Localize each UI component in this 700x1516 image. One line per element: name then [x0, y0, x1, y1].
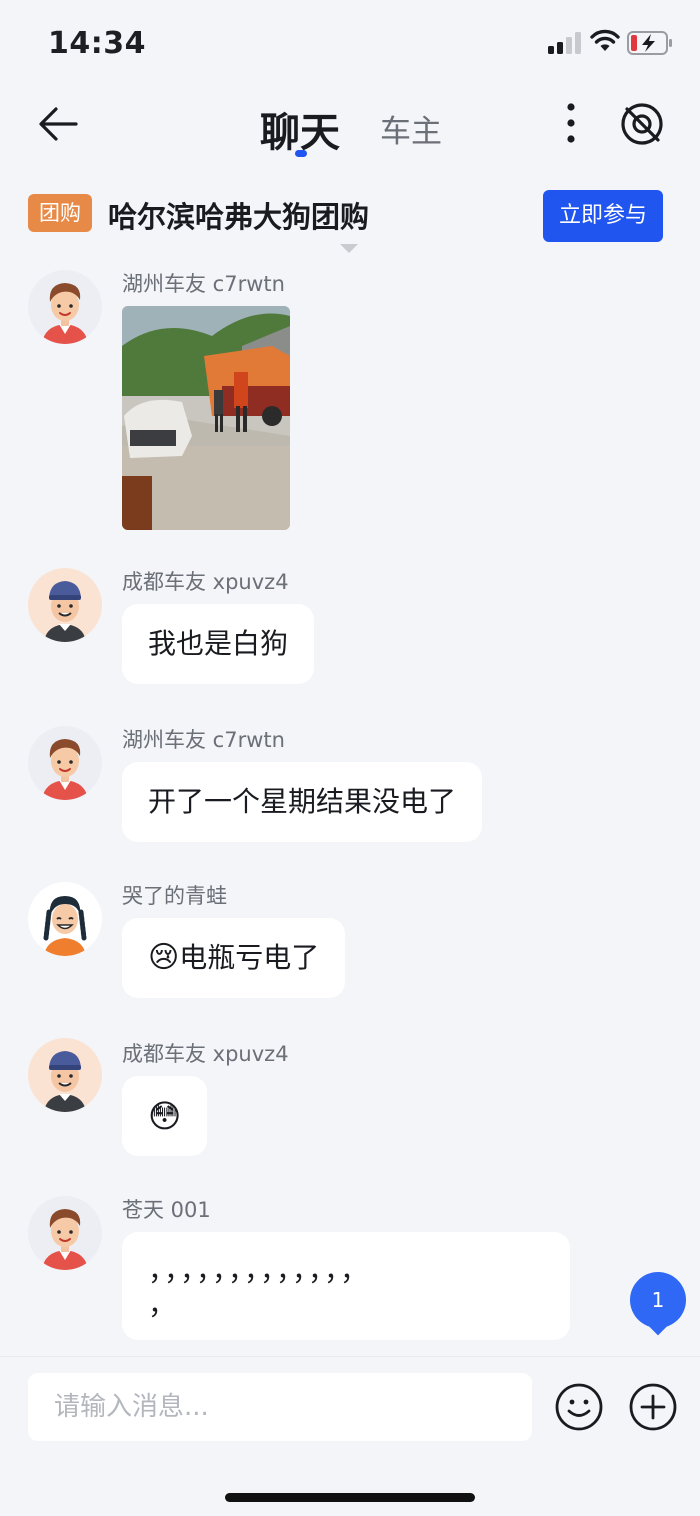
message-bubble[interactable]: ，，，，，，，，，，，，， ，: [122, 1232, 570, 1340]
message-input[interactable]: [28, 1373, 532, 1441]
home-indicator: [225, 1493, 475, 1502]
chat-header: 聊天 车主: [0, 86, 700, 170]
boy-avatar[interactable]: [28, 270, 102, 344]
sender-name: 成都车友 xpuvz4: [122, 570, 289, 594]
battery-charging-icon: [627, 31, 672, 55]
unread-count: 1: [651, 1288, 665, 1312]
status-time: 14:34: [48, 26, 146, 61]
sender-name: 湖州车友 c7rwtn: [122, 728, 285, 752]
message-bubble[interactable]: 开了一个星期结果没电了: [122, 762, 483, 842]
message-input-bar: [0, 1356, 700, 1516]
message-bubble[interactable]: 😳: [122, 1076, 208, 1156]
crying-face-emoji: 😢: [148, 940, 180, 975]
message-text-line: ，: [148, 1288, 179, 1321]
active-tab-indicator: [295, 150, 307, 157]
group-buy-title[interactable]: 哈尔滨哈弗大狗团购: [108, 194, 369, 236]
car-photo-image[interactable]: [122, 306, 290, 530]
boy-avatar[interactable]: [28, 726, 102, 800]
status-bar: 14:34: [0, 0, 700, 86]
message-list[interactable]: 湖州车友 c7rwtn 成都车友 xpuvz4 我也是白狗 湖州车友 c7rwt…: [0, 260, 700, 1356]
message-bubble[interactable]: 😢电瓶亏电了: [122, 918, 346, 998]
plus-icon[interactable]: [628, 1382, 678, 1432]
sender-name: 哭了的青蛙: [122, 884, 227, 908]
wifi-icon: [590, 29, 620, 51]
sender-name: 成都车友 xpuvz4: [122, 1042, 289, 1066]
boy-avatar[interactable]: [28, 1196, 102, 1270]
message-bubble[interactable]: 我也是白狗: [122, 604, 315, 684]
flushed-face-emoji: 😳: [148, 1097, 182, 1135]
join-now-button[interactable]: 立即参与: [543, 190, 663, 242]
group-buy-banner: 团购 哈尔滨哈弗大狗团购 立即参与: [0, 170, 700, 260]
message-text: 电瓶亏电了: [179, 941, 320, 974]
collapse-caret-icon[interactable]: [340, 244, 358, 253]
group-buy-badge: 团购: [28, 194, 92, 232]
message-text-line: ，，，，，，，，，，，，，: [148, 1254, 371, 1287]
unread-count-badge[interactable]: 1: [630, 1272, 686, 1328]
back-arrow-icon[interactable]: [36, 104, 82, 144]
eye-off-icon[interactable]: [618, 100, 666, 148]
more-menu-icon[interactable]: [556, 100, 586, 146]
cap-avatar[interactable]: [28, 568, 102, 642]
tab-car-owner[interactable]: 车主: [380, 106, 442, 151]
braids-avatar[interactable]: [28, 882, 102, 956]
emoji-icon[interactable]: [554, 1382, 604, 1432]
sender-name: 苍天 001: [122, 1198, 211, 1222]
cellular-signal-icon: [548, 32, 581, 54]
cap-avatar[interactable]: [28, 1038, 102, 1112]
sender-name: 湖州车友 c7rwtn: [122, 272, 285, 296]
